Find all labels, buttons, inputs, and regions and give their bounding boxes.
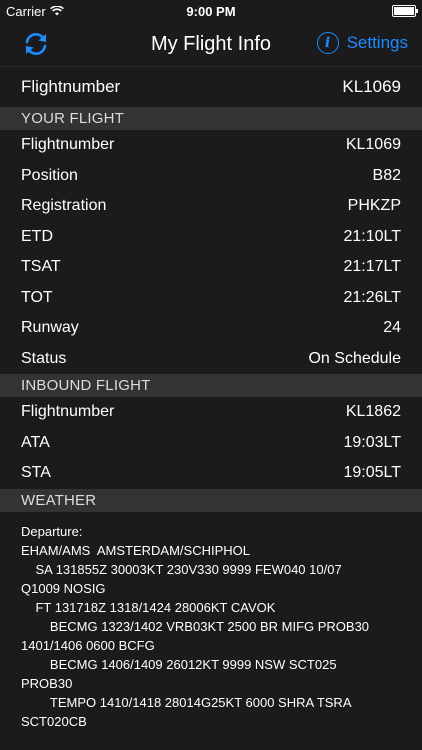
section-header-inbound-flight: INBOUND FLIGHT (0, 374, 422, 397)
refresh-icon[interactable] (22, 30, 50, 58)
list-item: Flightnumber KL1862 (0, 397, 422, 428)
carrier-label: Carrier (6, 3, 46, 19)
row-value: B82 (372, 166, 401, 184)
wifi-icon (49, 6, 64, 16)
section-header-weather: WEATHER (0, 488, 422, 512)
row-value: 19:03LT (343, 433, 401, 451)
status-bar: Carrier 9:00 PM (0, 0, 422, 22)
row-value: 21:17LT (343, 258, 401, 276)
row-label: Flightnumber (21, 403, 115, 421)
weather-report: Departure: EHAM/AMS AMSTERDAM/SCHIPHOL S… (21, 523, 370, 729)
list-item: STA 19:05LT (0, 458, 422, 489)
row-label: Runway (21, 319, 79, 337)
row-value: On Schedule (308, 349, 401, 367)
row-label: TSAT (21, 258, 61, 276)
carrier-group: Carrier (6, 4, 64, 19)
row-value: 24 (383, 319, 401, 337)
your-flight-list: Flightnumber KL1069 Position B82 Registr… (0, 130, 422, 374)
settings-button[interactable]: i Settings (316, 32, 408, 54)
top-flightnumber-row: Flightnumber KL1069 (0, 67, 422, 107)
list-item: Flightnumber KL1069 (0, 130, 422, 161)
row-value: KL1069 (342, 77, 401, 96)
list-item: Registration PHKZP (0, 191, 422, 222)
section-header-your-flight: YOUR FLIGHT (0, 107, 422, 130)
row-label: ATA (21, 433, 50, 451)
row-label: Position (21, 166, 78, 184)
list-item: TSAT 21:17LT (0, 252, 422, 283)
row-label: Status (21, 349, 67, 367)
list-item: ETD 21:10LT (0, 222, 422, 253)
row-value: PHKZP (347, 197, 401, 215)
list-item: Status On Schedule (0, 344, 422, 375)
row-value: 21:26LT (343, 288, 401, 306)
list-item: Runway 24 (0, 313, 422, 344)
list-item: Position B82 (0, 161, 422, 192)
row-value: 19:05LT (343, 464, 401, 482)
info-icon: i (316, 32, 339, 54)
row-label: Flightnumber (21, 136, 115, 154)
row-label: Flightnumber (21, 77, 121, 96)
row-label: ETD (21, 227, 53, 245)
nav-bar: My Flight Info i Settings (0, 22, 422, 67)
row-value: KL1069 (345, 136, 401, 154)
row-value: 21:10LT (343, 227, 401, 245)
list-item: ATA 19:03LT (0, 428, 422, 459)
list-item: TOT 21:26LT (0, 283, 422, 314)
row-label: TOT (21, 288, 53, 306)
settings-label: Settings (346, 33, 408, 52)
row-label: STA (21, 464, 51, 482)
row-label: Registration (21, 197, 107, 215)
row-value: KL1862 (345, 403, 401, 421)
inbound-flight-list: Flightnumber KL1862 ATA 19:03LT STA 19:0… (0, 397, 422, 489)
battery-icon (392, 5, 418, 17)
